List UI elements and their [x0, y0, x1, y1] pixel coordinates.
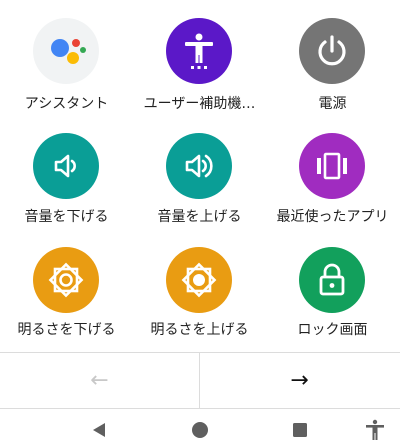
volume-down-icon — [54, 154, 76, 178]
brightness-down-button[interactable] — [33, 247, 99, 313]
power-tile[interactable]: 電源 — [266, 18, 399, 130]
system-recents-button[interactable] — [289, 419, 311, 441]
volume-down-tile[interactable]: 音量を下げる — [0, 133, 133, 245]
assistant-tile[interactable]: アシスタント — [0, 18, 133, 130]
lock-screen-label: ロック画面 — [297, 322, 368, 338]
google-assistant-icon — [51, 39, 86, 64]
power-icon — [318, 35, 346, 66]
brightness-down-icon — [48, 262, 84, 298]
brightness-up-icon — [181, 262, 217, 298]
system-back-button[interactable] — [88, 419, 110, 441]
accessibility-icon — [366, 419, 384, 440]
lock-icon — [319, 263, 345, 296]
recent-apps-tile[interactable]: 最近使ったアプリ — [266, 133, 399, 245]
system-accessibility-button[interactable] — [364, 419, 386, 441]
brightness-up-tile[interactable]: 明るさを上げる — [133, 247, 266, 359]
volume-up-button[interactable] — [166, 133, 232, 199]
recent-apps-icon — [317, 152, 347, 180]
accessibility-person-icon — [185, 33, 213, 69]
system-navigation-bar — [0, 409, 400, 448]
volume-up-tile[interactable]: 音量を上げる — [133, 133, 266, 245]
brightness-up-label: 明るさを上げる — [150, 322, 249, 338]
system-home-button[interactable] — [189, 419, 211, 441]
arrow-left-icon: ← — [90, 368, 109, 393]
recents-square-icon — [293, 423, 307, 437]
previous-page-button[interactable]: ← — [0, 353, 199, 408]
volume-down-button[interactable] — [33, 133, 99, 199]
accessibility-settings-label: ユーザー補助機… — [143, 96, 256, 112]
lock-screen-button[interactable] — [299, 247, 365, 313]
recent-apps-label: 最近使ったアプリ — [276, 209, 389, 225]
brightness-down-label: 明るさを下げる — [17, 322, 116, 338]
recent-apps-button[interactable] — [299, 133, 365, 199]
brightness-up-button[interactable] — [166, 247, 232, 313]
home-circle-icon — [192, 422, 208, 438]
accessibility-settings-button[interactable] — [166, 18, 232, 84]
power-button[interactable] — [299, 18, 365, 84]
back-triangle-icon — [93, 423, 105, 437]
brightness-down-tile[interactable]: 明るさを下げる — [0, 247, 133, 359]
power-label: 電源 — [318, 96, 347, 112]
assistant-label: アシスタント — [24, 96, 109, 112]
volume-down-label: 音量を下げる — [24, 209, 109, 225]
volume-up-icon — [185, 154, 213, 178]
lock-screen-tile[interactable]: ロック画面 — [266, 247, 399, 359]
arrow-right-icon: → — [290, 368, 309, 393]
accessibility-menu-grid: アシスタント ユーザー補助機… 電源 音量を下げる 音量を上げる 最近使ったアプ… — [0, 0, 400, 350]
assistant-button[interactable] — [33, 18, 99, 84]
accessibility-settings-tile[interactable]: ユーザー補助機… — [133, 18, 266, 130]
volume-up-label: 音量を上げる — [157, 209, 242, 225]
next-page-button[interactable]: → — [200, 353, 399, 408]
